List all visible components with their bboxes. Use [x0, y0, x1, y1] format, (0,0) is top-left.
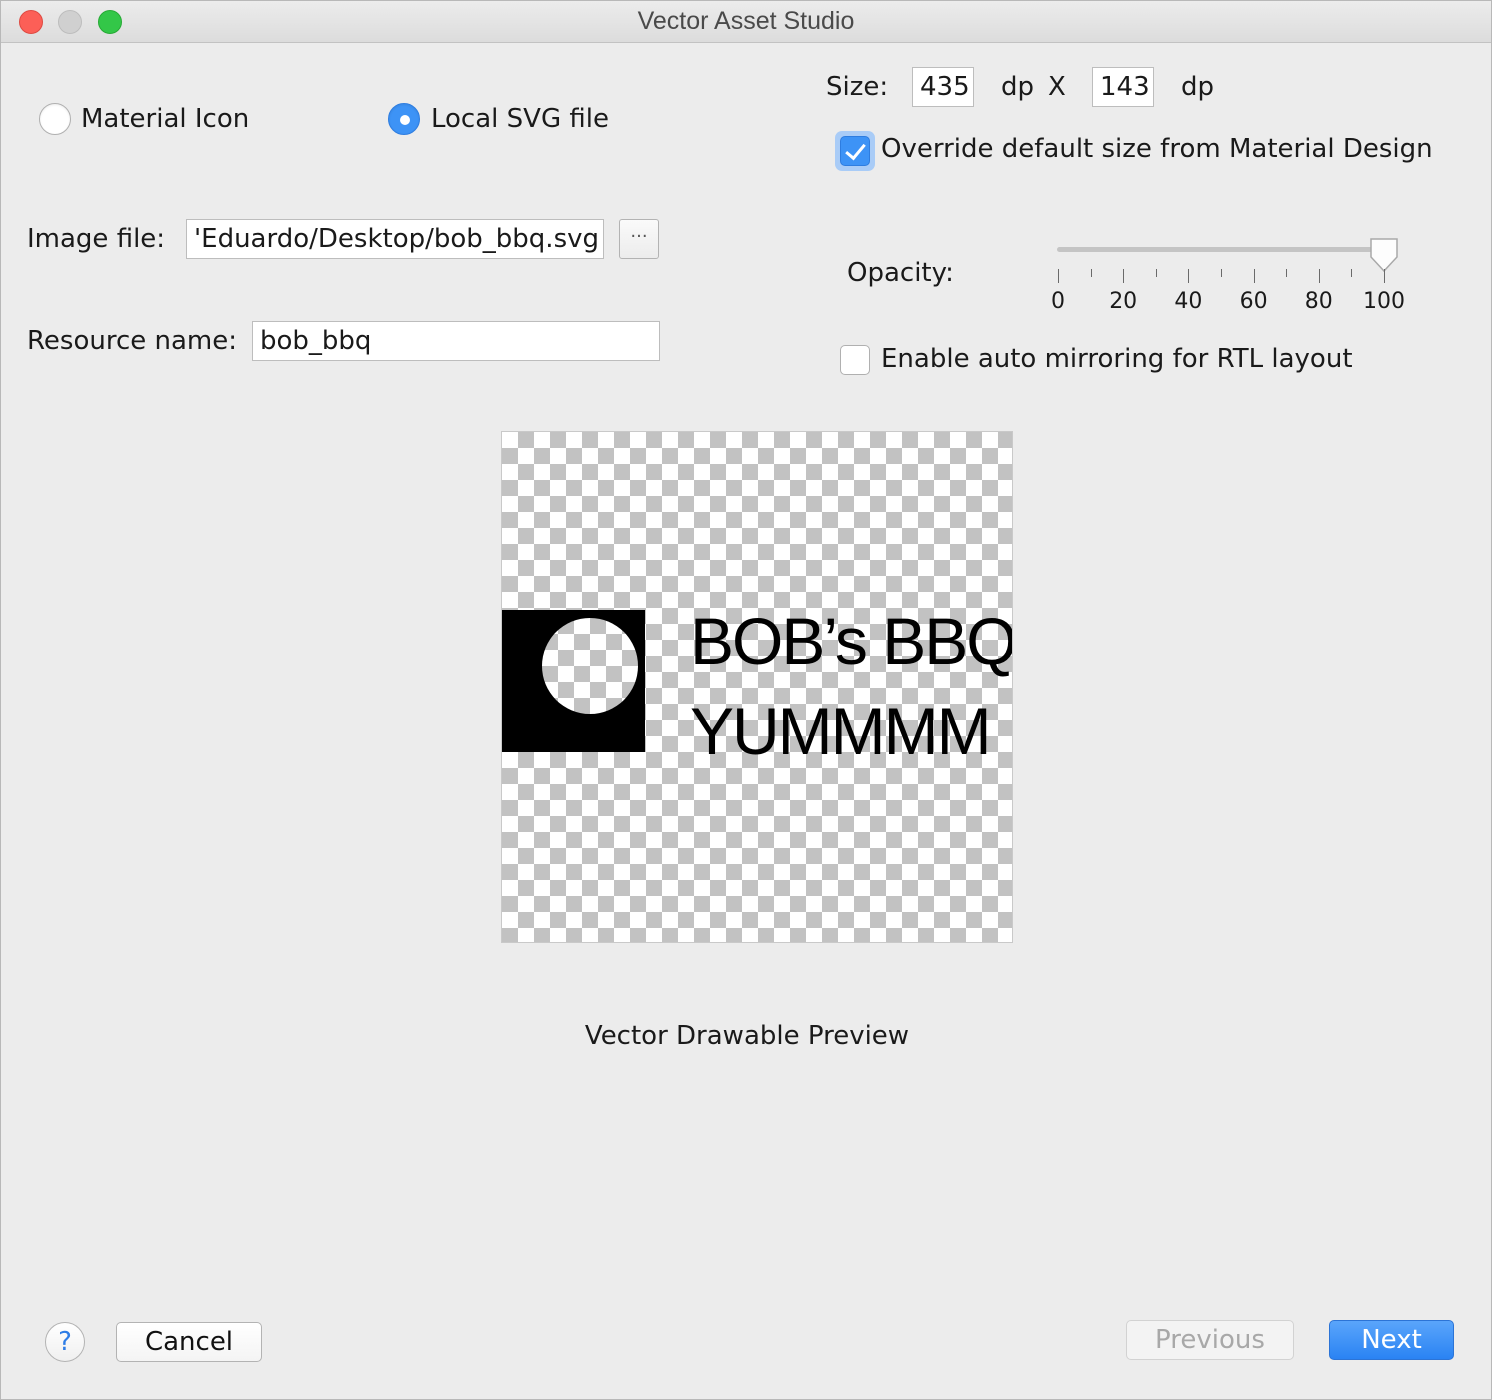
logo-text-line1: BOB’s BBQ	[690, 604, 1013, 678]
opacity-tick-label: 0	[1051, 289, 1065, 314]
local-svg-label[interactable]: Local SVG file	[431, 106, 609, 132]
opacity-tick	[1123, 269, 1125, 283]
opacity-tick	[1384, 269, 1385, 283]
auto-mirroring-checkbox[interactable]	[840, 345, 870, 375]
opacity-tick	[1188, 269, 1190, 283]
opacity-tick	[1221, 269, 1222, 277]
override-size-label[interactable]: Override default size from Material Desi…	[881, 136, 1433, 162]
resource-name-label: Resource name:	[27, 326, 237, 356]
preview-caption: Vector Drawable Preview	[584, 1021, 910, 1051]
opacity-tick-label: 20	[1109, 289, 1138, 314]
opacity-tick	[1351, 269, 1353, 277]
resource-name-input[interactable]: bob_bbq	[252, 321, 660, 361]
material-icon-radio[interactable]	[39, 103, 71, 135]
opacity-tick	[1253, 269, 1255, 283]
opacity-tick-label: 80	[1304, 289, 1333, 314]
opacity-tick	[1286, 269, 1288, 277]
auto-mirroring-label[interactable]: Enable auto mirroring for RTL layout	[881, 346, 1353, 372]
logo-circle-cutout	[542, 618, 638, 714]
cancel-button[interactable]: Cancel	[116, 1322, 262, 1362]
material-icon-label[interactable]: Material Icon	[81, 106, 249, 132]
browse-button[interactable]: ···	[619, 219, 659, 259]
image-file-label: Image file:	[27, 224, 166, 254]
help-button[interactable]: ?	[45, 1322, 85, 1362]
image-file-input[interactable]: 'Eduardo/Desktop/bob_bbq.svg	[186, 219, 604, 259]
vector-asset-studio-window: Vector Asset Studio Material Icon Local …	[0, 0, 1492, 1400]
vector-drawable-preview: BOB’s BBQ YUMMMM	[501, 431, 1013, 943]
height-unit-label: dp	[1181, 72, 1215, 102]
opacity-tick-label: 60	[1239, 289, 1268, 314]
opacity-slider-track[interactable]	[1057, 247, 1387, 252]
previous-button[interactable]: Previous	[1126, 1320, 1294, 1360]
opacity-tick	[1090, 269, 1092, 277]
width-input[interactable]: 435	[912, 67, 974, 107]
title-bar: Vector Asset Studio	[1, 1, 1491, 43]
opacity-label: Opacity:	[847, 258, 954, 288]
window-title: Vector Asset Studio	[637, 7, 855, 35]
opacity-slider-thumb[interactable]	[1369, 237, 1399, 273]
size-label: Size:	[826, 72, 889, 102]
width-unit-label: dp	[1001, 72, 1035, 102]
opacity-tick	[1058, 269, 1059, 283]
height-input[interactable]: 143	[1092, 67, 1154, 107]
local-svg-radio[interactable]	[388, 103, 420, 135]
size-separator: X	[1048, 72, 1066, 102]
logo-text-line2: YUMMMM	[690, 694, 992, 768]
next-button[interactable]: Next	[1329, 1320, 1454, 1360]
override-size-checkbox[interactable]	[840, 136, 870, 166]
opacity-tick	[1318, 269, 1320, 283]
opacity-tick-label: 100	[1363, 289, 1405, 314]
logo-square-mark	[502, 610, 645, 752]
opacity-tick	[1155, 269, 1157, 277]
opacity-tick-label: 40	[1174, 289, 1203, 314]
